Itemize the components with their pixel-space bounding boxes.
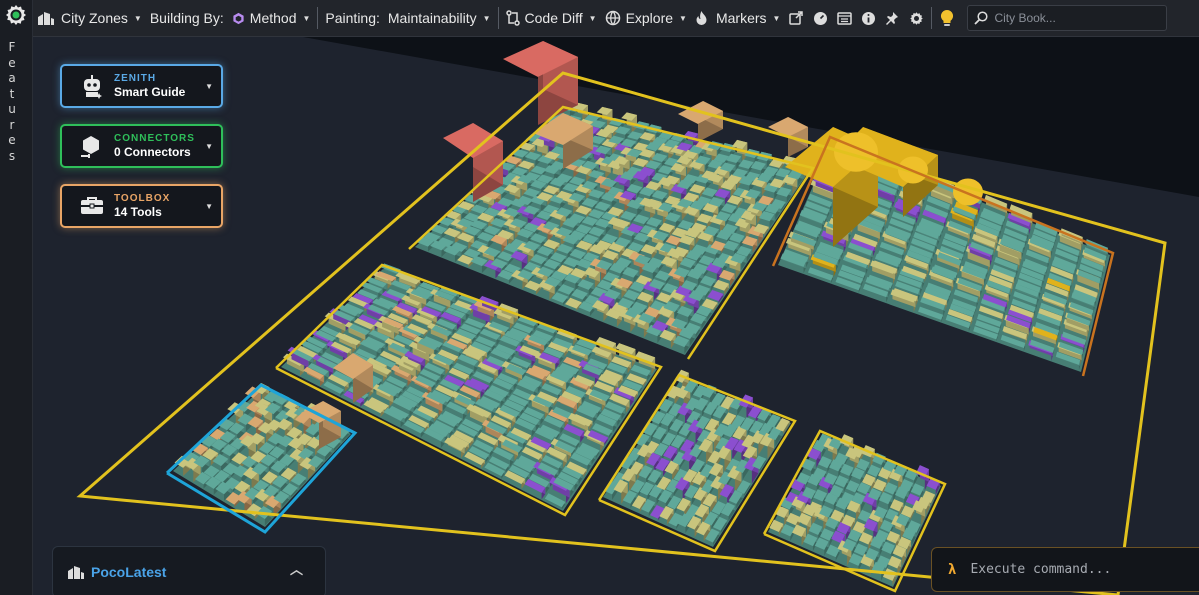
code-diff-label: Code Diff [524,10,583,26]
city-canvas[interactable] [33,37,1199,595]
city-viewport[interactable]: ZENITH Smart Guide ▼ CONNECTORS 0 Connec… [33,37,1199,595]
explore-label: Explore [625,10,674,26]
painting-value: Maintainability [387,10,477,26]
chevron-down-icon: ▼ [133,13,142,23]
gauge-icon [813,11,827,25]
project-name: PocoLatest [91,564,167,580]
lambda-icon: λ [948,561,957,578]
chevron-down-icon[interactable]: ▼ [205,142,213,151]
dome-building[interactable] [953,178,983,206]
settings-button[interactable] [904,0,928,37]
info-icon [861,11,875,25]
city-zones-dropdown[interactable]: City Zones ▼ [33,0,146,37]
info-button[interactable] [856,0,880,37]
city-icon [38,12,54,25]
building-by-label: Building By: [149,10,224,26]
features-label[interactable]: F e a t u r e s [6,40,18,164]
painting-label: Painting: [325,10,380,26]
pin-button[interactable] [880,0,904,37]
divider [497,7,499,29]
gear-icon[interactable] [4,3,28,27]
building-by-value: Method [249,10,297,26]
top-toolbar: City Zones ▼ Building By: Method ▼ Paint… [33,0,1199,37]
toolbox-panel[interactable]: TOOLBOX 14 Tools ▼ [60,184,223,228]
robot-icon [78,72,106,100]
globe-icon [605,10,620,26]
connectors-title: 0 Connectors [114,145,191,159]
chevron-down-icon[interactable]: ▼ [205,202,213,211]
external-link-icon [789,11,804,25]
divider [317,7,319,29]
chevron-down-icon: ▼ [482,13,491,23]
pin-icon [886,11,899,25]
chevron-down-icon: ▼ [302,13,311,23]
building-by-dropdown[interactable]: Building By: Method ▼ [146,0,315,37]
lightbulb-icon [941,9,954,26]
plug-icon [78,132,106,160]
chevron-down-icon: ▼ [588,13,597,23]
chevron-down-icon[interactable]: ▼ [205,82,213,91]
zenith-panel[interactable]: ZENITH Smart Guide ▼ [60,64,223,108]
command-input[interactable]: λ Execute command... [931,547,1199,592]
chevron-up-icon[interactable]: ︿ [290,559,303,578]
window-icon [837,11,852,25]
dashboard-button[interactable] [808,0,832,37]
chevron-down-icon: ▼ [772,13,781,23]
markers-dropdown[interactable]: Markers ▼ [691,0,784,37]
explore-dropdown[interactable]: Explore ▼ [601,0,691,37]
zenith-kicker: ZENITH [114,73,157,84]
markers-label: Markers [715,10,767,26]
chevron-down-icon: ▼ [679,13,687,23]
connectors-panel[interactable]: CONNECTORS 0 Connectors ▼ [60,124,223,168]
flame-icon [696,11,707,25]
search-input[interactable]: City Book... [967,5,1168,31]
external-link-button[interactable] [784,0,808,37]
search-placeholder: City Book... [994,11,1056,25]
search-icon [974,11,988,25]
connectors-kicker: CONNECTORS [114,133,195,144]
project-panel[interactable]: PocoLatest ︿ [52,546,326,595]
tips-button[interactable] [935,0,959,37]
features-sidebar[interactable]: F e a t u r e s [0,0,33,595]
toolbox-title: 14 Tools [114,205,162,219]
city-icon [68,566,84,579]
code-diff-icon [505,10,520,26]
method-cube-icon [233,12,244,24]
divider [931,7,933,29]
panel-button[interactable] [832,0,856,37]
toolbox-kicker: TOOLBOX [114,193,171,204]
command-placeholder: Execute command... [970,562,1112,577]
city-zones-label: City Zones [61,10,128,26]
zenith-title: Smart Guide [114,85,186,99]
gear-icon [910,11,923,25]
code-diff-dropdown[interactable]: Code Diff ▼ [502,0,601,37]
toolbox-icon [78,192,106,220]
painting-dropdown[interactable]: Painting: Maintainability ▼ [321,0,494,37]
